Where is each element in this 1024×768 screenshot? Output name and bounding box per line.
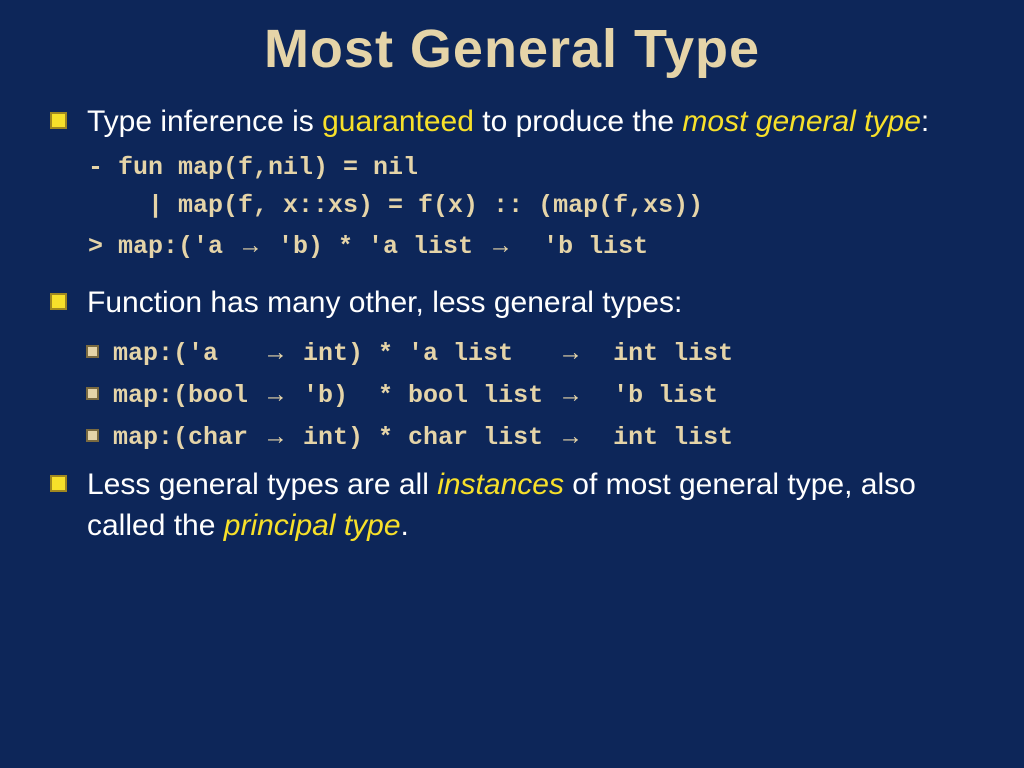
bullet-icon xyxy=(86,429,99,442)
arrow-icon: → xyxy=(488,231,513,259)
text: int) * 'a list xyxy=(288,339,558,368)
bullet-icon xyxy=(50,475,67,492)
type-example: map:('a → int) * 'a list → int list xyxy=(113,335,733,371)
bullet-3-text: Less general types are all instances of … xyxy=(87,465,974,546)
highlight: principal type xyxy=(224,509,401,542)
text: int list xyxy=(583,423,733,452)
bullet-1: Type inference is guaranteed to produce … xyxy=(50,102,974,143)
arrow-icon: → xyxy=(263,338,288,366)
code-block: - fun map(f,nil) = nil | map(f, x::xs) =… xyxy=(88,149,974,267)
text: . xyxy=(401,509,409,542)
code-line: - fun map(f,nil) = nil xyxy=(88,153,418,182)
text: map:(char xyxy=(113,423,263,452)
text: : xyxy=(921,105,929,138)
code-line: > map:('a xyxy=(88,232,238,261)
slide-title: Most General Type xyxy=(50,18,974,80)
highlight: most general type xyxy=(682,105,920,138)
sub-bullet-1: map:('a → int) * 'a list → int list xyxy=(50,335,974,371)
bullet-icon xyxy=(50,293,67,310)
sub-bullet-2: map:(bool → 'b) * bool list → 'b list xyxy=(50,377,974,413)
bullet-icon xyxy=(86,387,99,400)
type-example: map:(char → int) * char list → int list xyxy=(113,419,733,455)
arrow-icon: → xyxy=(238,231,263,259)
arrow-icon: → xyxy=(263,380,288,408)
text: to produce the xyxy=(474,105,682,138)
text: Type inference is xyxy=(87,105,322,138)
text: map:('a xyxy=(113,339,263,368)
arrow-icon: → xyxy=(263,422,288,450)
text: int list xyxy=(583,339,733,368)
type-example: map:(bool → 'b) * bool list → 'b list xyxy=(113,377,718,413)
arrow-icon: → xyxy=(558,338,583,366)
bullet-icon xyxy=(50,112,67,129)
slide: Most General Type Type inference is guar… xyxy=(0,0,1024,768)
code-line: 'b) * 'a list xyxy=(263,232,488,261)
highlight: guaranteed xyxy=(322,105,474,138)
bullet-3: Less general types are all instances of … xyxy=(50,465,974,546)
code-line: 'b list xyxy=(513,232,648,261)
bullet-1-text: Type inference is guaranteed to produce … xyxy=(87,102,929,143)
text: Less general types are all xyxy=(87,468,437,501)
arrow-icon: → xyxy=(558,422,583,450)
bullet-icon xyxy=(86,345,99,358)
bullet-2: Function has many other, less general ty… xyxy=(50,283,974,324)
text: 'b) * bool list xyxy=(288,381,558,410)
bullet-2-text: Function has many other, less general ty… xyxy=(87,283,682,324)
code-line: | map(f, x::xs) = f(x) :: (map(f,xs)) xyxy=(88,191,703,220)
sub-bullet-3: map:(char → int) * char list → int list xyxy=(50,419,974,455)
text: map:(bool xyxy=(113,381,263,410)
text: int) * char list xyxy=(288,423,558,452)
highlight: instances xyxy=(437,468,564,501)
arrow-icon: → xyxy=(558,380,583,408)
text: 'b list xyxy=(583,381,718,410)
